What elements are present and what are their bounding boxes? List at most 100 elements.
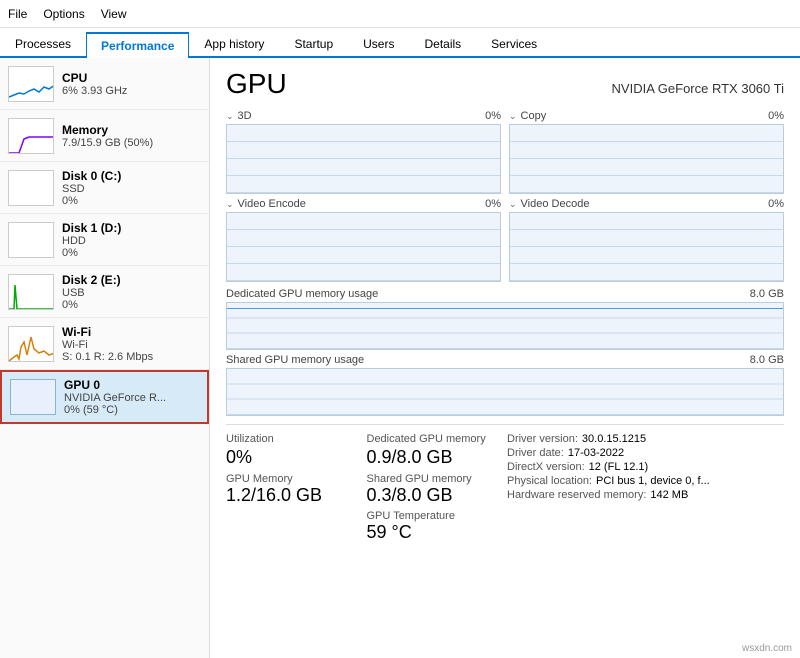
driver-date-row: Driver date: 17-03-2022	[507, 447, 784, 459]
directx-row: DirectX version: 12 (FL 12.1)	[507, 461, 784, 473]
cpu-mini-chart	[8, 66, 54, 102]
chart-3d: ⌄ 3D 0%	[226, 110, 501, 194]
tab-app-history[interactable]: App history	[189, 30, 279, 56]
memory-name: Memory	[62, 123, 201, 137]
shared-memory-chart[interactable]	[226, 368, 784, 416]
device-item-disk0[interactable]: Disk 0 (C:) SSD 0%	[0, 162, 209, 214]
physical-val: PCI bus 1, device 0, f...	[596, 475, 710, 487]
chevron-decode: ⌄	[509, 199, 517, 210]
driver-version-key: Driver version:	[507, 433, 578, 445]
disk0-sub: SSD	[62, 183, 201, 195]
menu-options[interactable]: Options	[43, 7, 84, 21]
utilization-label: Utilization	[226, 433, 363, 445]
shared-memory-section: Shared GPU memory usage 8.0 GB	[226, 354, 784, 416]
disk1-name: Disk 1 (D:)	[62, 221, 201, 235]
main-layout: CPU 6% 3.93 GHz Memory 7.9/15.9 GB (50%)	[0, 58, 800, 658]
chevron-encode: ⌄	[226, 199, 234, 210]
reserved-key: Hardware reserved memory:	[507, 489, 646, 501]
disk0-name: Disk 0 (C:)	[62, 169, 201, 183]
utilization-value: 0%	[226, 447, 363, 469]
stats-section: Utilization 0% GPU Memory 1.2/16.0 GB De…	[226, 424, 784, 544]
disk2-stat: 0%	[62, 299, 201, 311]
pct-3d: 0%	[485, 110, 501, 122]
device-item-cpu[interactable]: CPU 6% 3.93 GHz	[0, 58, 209, 110]
driver-version-row: Driver version: 30.0.15.1215	[507, 433, 784, 445]
disk0-stat: 0%	[62, 195, 201, 207]
tab-processes[interactable]: Processes	[0, 30, 86, 56]
chart-copy: ⌄ Copy 0%	[509, 110, 784, 194]
disk1-sub: HDD	[62, 235, 201, 247]
menu-view[interactable]: View	[101, 7, 127, 21]
disk0-info: Disk 0 (C:) SSD 0%	[62, 169, 201, 207]
driver-version-val: 30.0.15.1215	[582, 433, 646, 445]
shared-label: Shared GPU memory usage	[226, 354, 364, 366]
dedicated-max: 8.0 GB	[750, 288, 784, 300]
dedicated-memory-section: Dedicated GPU memory usage 8.0 GB	[226, 288, 784, 350]
directx-val: 12 (FL 12.1)	[589, 461, 649, 473]
tab-services[interactable]: Services	[476, 30, 552, 56]
shared-max: 8.0 GB	[750, 354, 784, 366]
reserved-row: Hardware reserved memory: 142 MB	[507, 489, 784, 501]
disk2-info: Disk 2 (E:) USB 0%	[62, 273, 201, 311]
gpu-header: GPU NVIDIA GeForce RTX 3060 Ti	[226, 68, 784, 100]
wifi-info: Wi-Fi Wi-Fi S: 0.1 R: 2.6 Mbps	[62, 325, 201, 363]
chevron-copy: ⌄	[509, 111, 517, 122]
gpu0-mini-chart	[10, 379, 56, 415]
tab-startup[interactable]: Startup	[279, 30, 348, 56]
dedicated-mem-label: Dedicated GPU memory	[367, 433, 504, 445]
dedicated-mem-value: 0.9/8.0 GB	[367, 447, 504, 469]
tab-users[interactable]: Users	[348, 30, 409, 56]
gpu-model: NVIDIA GeForce RTX 3060 Ti	[612, 81, 784, 96]
device-item-disk2[interactable]: Disk 2 (E:) USB 0%	[0, 266, 209, 318]
stat-dedicated-mem: Dedicated GPU memory 0.9/8.0 GB Shared G…	[367, 433, 504, 544]
dedicated-label: Dedicated GPU memory usage	[226, 288, 378, 300]
tab-details[interactable]: Details	[409, 30, 476, 56]
gpu0-info: GPU 0 NVIDIA GeForce R... 0% (59 °C)	[64, 378, 199, 416]
menu-file[interactable]: File	[8, 7, 27, 21]
temp-value: 59 °C	[367, 522, 504, 544]
wifi-stat: S: 0.1 R: 2.6 Mbps	[62, 351, 201, 363]
chart-area-decode[interactable]	[509, 212, 784, 282]
chart-area-copy[interactable]	[509, 124, 784, 194]
disk1-stat: 0%	[62, 247, 201, 259]
chart-video-decode: ⌄ Video Decode 0%	[509, 198, 784, 282]
chart-area-encode[interactable]	[226, 212, 501, 282]
menu-bar: File Options View	[0, 0, 800, 28]
device-item-gpu0[interactable]: GPU 0 NVIDIA GeForce R... 0% (59 °C)	[0, 370, 209, 424]
dedicated-memory-chart[interactable]	[226, 302, 784, 350]
driver-date-val: 17-03-2022	[568, 447, 624, 459]
physical-key: Physical location:	[507, 475, 592, 487]
device-item-wifi[interactable]: Wi-Fi Wi-Fi S: 0.1 R: 2.6 Mbps	[0, 318, 209, 370]
gpu-charts-grid: ⌄ 3D 0% ⌄ Copy 0%	[226, 110, 784, 282]
gpu-detail-panel: GPU NVIDIA GeForce RTX 3060 Ti ⌄ 3D 0%	[210, 58, 800, 658]
dedicated-memory-line	[227, 308, 783, 309]
cpu-name: CPU	[62, 71, 201, 85]
gpu-title: GPU	[226, 68, 287, 100]
reserved-val: 142 MB	[650, 489, 688, 501]
device-item-memory[interactable]: Memory 7.9/15.9 GB (50%)	[0, 110, 209, 162]
shared-mem-value: 0.3/8.0 GB	[367, 485, 504, 507]
tab-performance[interactable]: Performance	[86, 32, 189, 58]
chevron-3d: ⌄	[226, 111, 234, 122]
memory-sub: 7.9/15.9 GB (50%)	[62, 137, 201, 149]
label-3d: 3D	[238, 110, 252, 122]
disk1-info: Disk 1 (D:) HDD 0%	[62, 221, 201, 259]
gpu-mem-label: GPU Memory	[226, 473, 363, 485]
device-item-disk1[interactable]: Disk 1 (D:) HDD 0%	[0, 214, 209, 266]
stat-utilization: Utilization 0% GPU Memory 1.2/16.0 GB	[226, 433, 363, 544]
wifi-sub: Wi-Fi	[62, 339, 201, 351]
disk2-sub: USB	[62, 287, 201, 299]
pct-copy: 0%	[768, 110, 784, 122]
menu-items: File Options View	[8, 7, 127, 21]
device-list: CPU 6% 3.93 GHz Memory 7.9/15.9 GB (50%)	[0, 58, 210, 658]
tab-bar: Processes Performance App history Startu…	[0, 28, 800, 58]
disk1-mini-chart	[8, 222, 54, 258]
label-copy: Copy	[521, 110, 547, 122]
wifi-mini-chart	[8, 326, 54, 362]
chart-video-encode: ⌄ Video Encode 0%	[226, 198, 501, 282]
shared-mem-label: Shared GPU memory	[367, 473, 504, 485]
pct-decode: 0%	[768, 198, 784, 210]
gpu0-name: GPU 0	[64, 378, 199, 392]
label-decode: Video Decode	[521, 198, 590, 210]
chart-area-3d[interactable]	[226, 124, 501, 194]
